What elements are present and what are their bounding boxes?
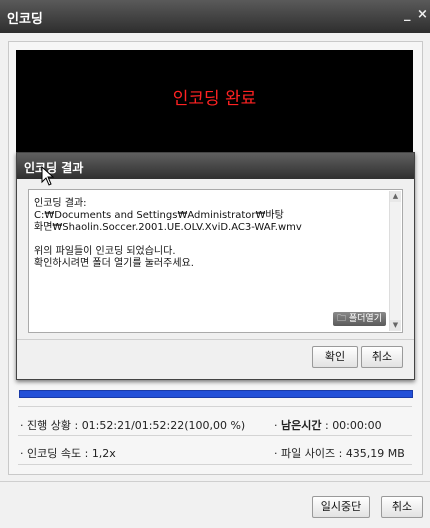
divider bbox=[18, 464, 412, 465]
ok-button[interactable]: 확인 bbox=[312, 346, 358, 368]
result-textbox[interactable]: 인코딩 결과: C:₩Documents and Settings₩Admini… bbox=[28, 189, 403, 333]
result-text: 인코딩 결과: C:₩Documents and Settings₩Admini… bbox=[34, 198, 384, 270]
bullet: · bbox=[20, 447, 24, 460]
bullet: · bbox=[274, 447, 278, 460]
pause-button[interactable]: 일시중단 bbox=[312, 496, 370, 518]
result-line: C:₩Documents and Settings₩Administrator₩… bbox=[34, 210, 284, 221]
filesize-label: 파일 사이즈 bbox=[281, 447, 336, 460]
filesize-value: 435,19 MB bbox=[345, 447, 405, 460]
remaining-label: 남은시간 bbox=[281, 419, 322, 432]
bullet: · bbox=[274, 419, 278, 432]
speed-value: 1,2x bbox=[91, 447, 116, 460]
vertical-scrollbar[interactable]: ▲ ▼ bbox=[389, 191, 401, 331]
scroll-up-icon[interactable]: ▲ bbox=[390, 191, 401, 202]
mouse-cursor-icon bbox=[41, 166, 55, 186]
video-preview: 인코딩 완료 bbox=[16, 50, 413, 160]
scroll-down-icon[interactable]: ▼ bbox=[390, 320, 401, 331]
progress-value: 01:52:21/01:52:22(100,00 %) bbox=[81, 419, 246, 432]
divider bbox=[18, 406, 412, 407]
title-bar[interactable]: 인코딩 _ × bbox=[0, 0, 430, 33]
progress-label: 진행 상황 bbox=[27, 419, 71, 432]
divider bbox=[18, 435, 412, 436]
result-line: 화면₩Shaolin.Soccer.2001.UE.OLV.XviD.AC3-W… bbox=[34, 222, 302, 233]
bullet: · bbox=[20, 419, 24, 432]
open-folder-label: 폴더열기 bbox=[348, 314, 382, 324]
progress-bar bbox=[19, 390, 413, 398]
folder-icon: 🗀 bbox=[336, 314, 346, 324]
result-line: 확인하시려면 폴더 열기를 눌러주세요. bbox=[34, 258, 194, 269]
result-line: 위의 파일들이 인코딩 되었습니다. bbox=[34, 246, 176, 257]
encoding-window: 인코딩 _ × 인코딩 완료 · 진행 상황 : 01:52:21/01:52:… bbox=[0, 0, 430, 528]
divider bbox=[0, 481, 430, 482]
result-line: 인코딩 결과: bbox=[34, 198, 87, 209]
encoding-complete-text: 인코딩 완료 bbox=[172, 89, 257, 109]
file-size: · 파일 사이즈 : 435,19 MB bbox=[274, 447, 405, 460]
encoding-result-dialog: 인코딩 결과 인코딩 결과: C:₩Documents and Settings… bbox=[16, 152, 415, 380]
minimize-icon[interactable]: _ bbox=[404, 7, 411, 22]
open-folder-button[interactable]: 🗀 폴더열기 bbox=[332, 312, 386, 326]
window-title: 인코딩 bbox=[7, 12, 43, 27]
result-line bbox=[34, 234, 384, 246]
progress-status: · 진행 상황 : 01:52:21/01:52:22(100,00 %) bbox=[20, 419, 246, 432]
cancel-button[interactable]: 취소 bbox=[381, 496, 423, 518]
encoding-speed: · 인코딩 속도 : 1,2x bbox=[20, 447, 116, 460]
divider bbox=[17, 339, 414, 340]
dialog-title-bar[interactable]: 인코딩 결과 bbox=[17, 153, 414, 179]
remaining-time: · 남은시간 : 00:00:00 bbox=[274, 419, 382, 432]
close-icon[interactable]: × bbox=[417, 7, 428, 22]
remaining-value: 00:00:00 bbox=[332, 419, 382, 432]
speed-label: 인코딩 속도 bbox=[27, 447, 82, 460]
dialog-cancel-button[interactable]: 취소 bbox=[361, 346, 403, 368]
